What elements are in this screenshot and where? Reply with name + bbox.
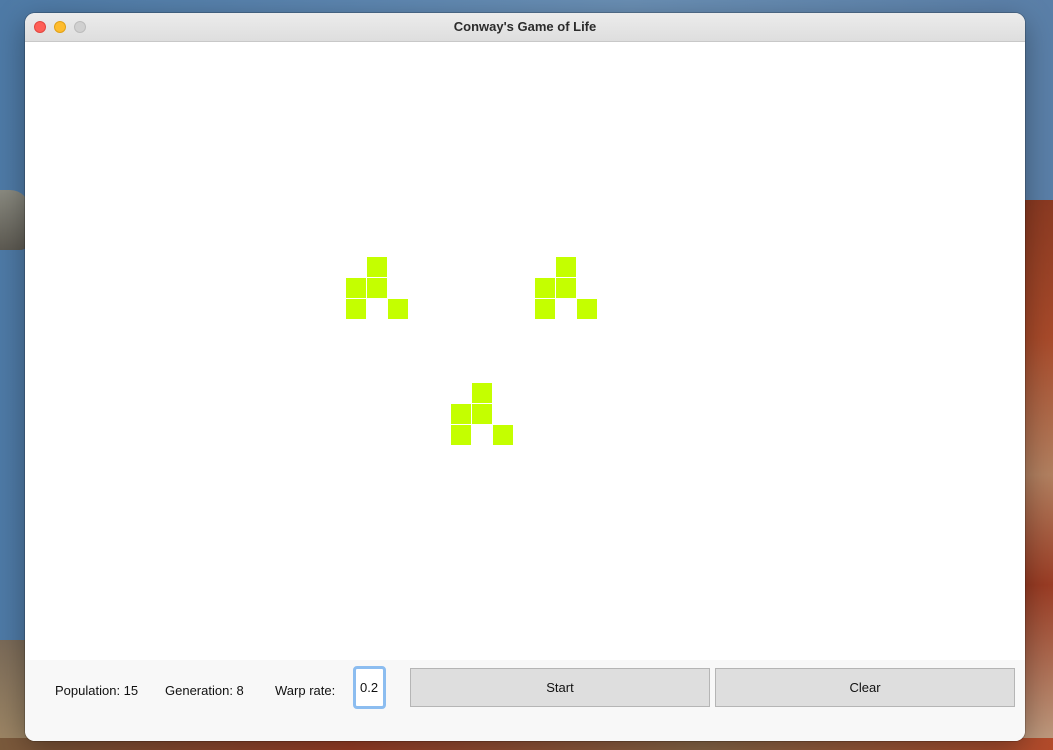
live-cell[interactable] <box>535 278 555 298</box>
app-window: Conway's Game of Life Population: 15 Gen… <box>25 13 1025 741</box>
live-cell[interactable] <box>367 257 387 277</box>
generation-label: Generation: 8 <box>165 683 244 698</box>
live-cell[interactable] <box>556 257 576 277</box>
window-title: Conway's Game of Life <box>453 19 597 34</box>
warp-rate-input[interactable] <box>353 666 386 709</box>
game-board[interactable] <box>25 42 1025 660</box>
control-bar: Population: 15 Generation: 8 Warp rate: … <box>25 660 1025 741</box>
live-cell[interactable] <box>346 299 366 319</box>
live-cell[interactable] <box>472 383 492 403</box>
live-cell[interactable] <box>535 299 555 319</box>
title-bar[interactable]: Conway's Game of Life <box>25 13 1025 42</box>
population-label: Population: 15 <box>55 683 139 698</box>
clear-button[interactable]: Clear <box>715 668 1015 707</box>
live-cell[interactable] <box>577 299 597 319</box>
live-cell[interactable] <box>556 278 576 298</box>
start-button[interactable]: Start <box>410 668 710 707</box>
live-cell[interactable] <box>367 278 387 298</box>
desktop-coast-right <box>1023 200 1053 750</box>
live-cell[interactable] <box>472 404 492 424</box>
live-cell[interactable] <box>388 299 408 319</box>
live-cell[interactable] <box>493 425 513 445</box>
live-cell[interactable] <box>451 404 471 424</box>
live-cell[interactable] <box>346 278 366 298</box>
live-cell[interactable] <box>451 425 471 445</box>
warp-rate-label: Warp rate: <box>275 683 336 698</box>
